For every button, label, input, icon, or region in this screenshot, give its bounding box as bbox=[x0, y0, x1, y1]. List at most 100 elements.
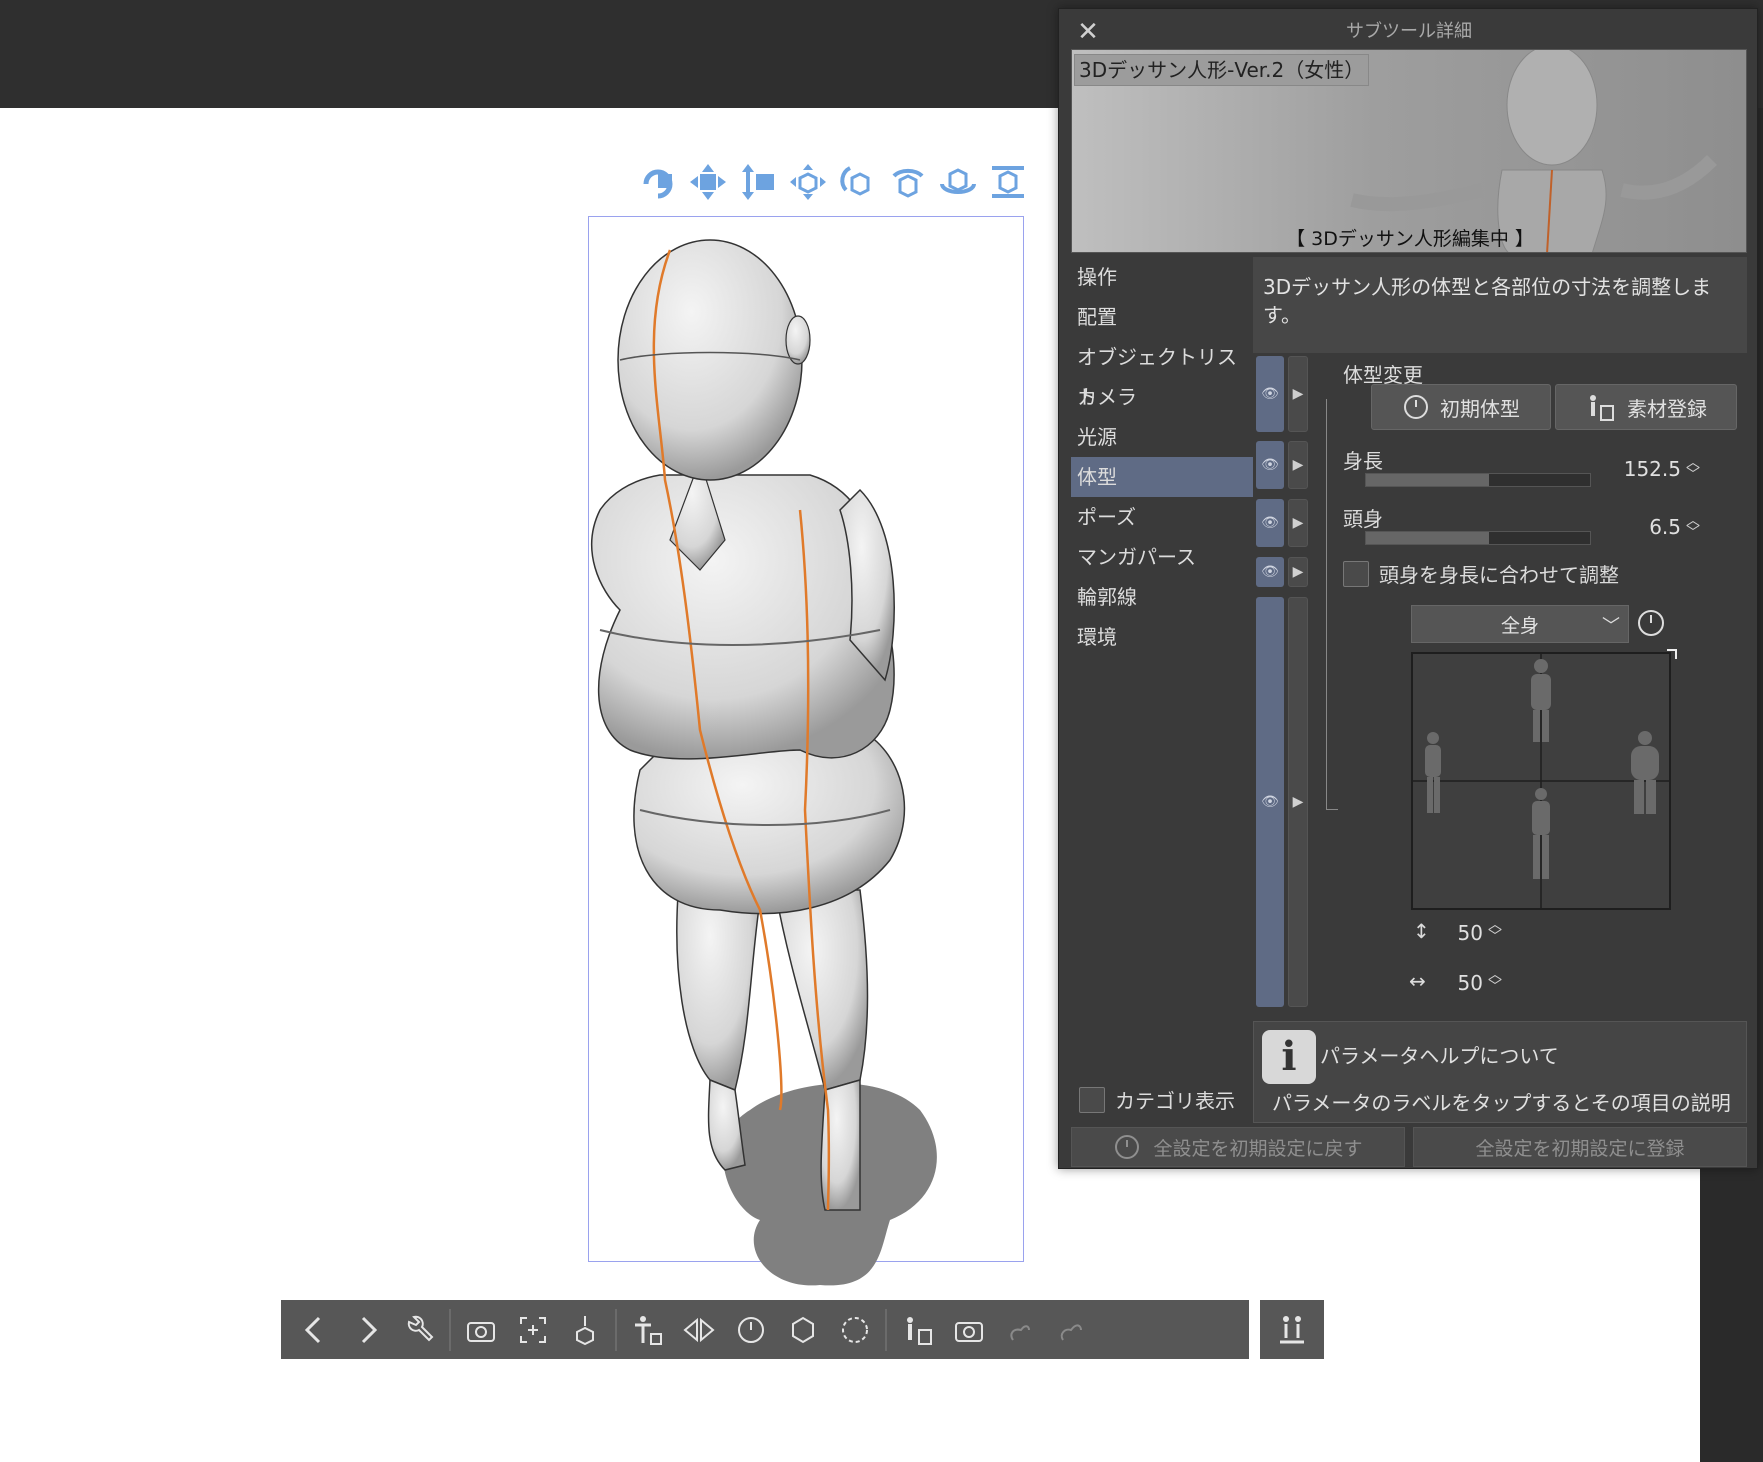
head-ratio-value[interactable]: 6.5 bbox=[1619, 515, 1681, 539]
category-light-source[interactable]: 光源 bbox=[1071, 417, 1253, 457]
preview-area: 3Dデッサン人形-Ver.2（女性） 【 3Dデッサン人形編集中 】 bbox=[1071, 49, 1747, 253]
body-switch-icon[interactable] bbox=[1260, 1300, 1324, 1359]
category-environment[interactable]: 環境 bbox=[1071, 617, 1253, 657]
help-title: パラメータヘルプについて bbox=[1320, 1044, 1559, 1068]
head-ratio-stepper[interactable]: ︿ ﹀ bbox=[1685, 514, 1701, 540]
reset-body-label: 初期体型 bbox=[1440, 396, 1520, 421]
category-manga-perspective[interactable]: マンガパース bbox=[1071, 537, 1253, 577]
preview-caption: 【 3Dデッサン人形編集中 】 bbox=[1286, 228, 1534, 250]
category-display-checkbox[interactable] bbox=[1079, 1086, 1105, 1113]
hand-register-icon[interactable] bbox=[1047, 1300, 1099, 1359]
move-icon[interactable] bbox=[786, 160, 830, 204]
group-bracket-line bbox=[1326, 399, 1327, 809]
expand-arrow-icon[interactable]: ▶ bbox=[1288, 356, 1308, 432]
ground-icon[interactable] bbox=[559, 1300, 611, 1359]
eye-icon[interactable]: 👁 bbox=[1256, 597, 1284, 1007]
body-type-grid-chart bbox=[1413, 654, 1669, 908]
object-launcher-bar bbox=[281, 1300, 1249, 1359]
head-ratio-slider[interactable] bbox=[1365, 531, 1591, 545]
expand-arrow-icon[interactable]: ▶ bbox=[1288, 441, 1308, 489]
height-slider[interactable] bbox=[1365, 473, 1591, 487]
fit-icon[interactable] bbox=[507, 1300, 559, 1359]
toolbar-separator bbox=[615, 1308, 617, 1351]
flip-icon[interactable] bbox=[673, 1300, 725, 1359]
rotate-reset-icon[interactable] bbox=[829, 1300, 881, 1359]
hand-icon[interactable] bbox=[995, 1300, 1047, 1359]
category-display-toggle[interactable]: カテゴリ表示 bbox=[1079, 1085, 1235, 1114]
vertical-arrow-icon: ↕ bbox=[1413, 919, 1430, 943]
body-type-grid[interactable] bbox=[1411, 652, 1671, 910]
category-object-list[interactable]: オブジェクトリスト bbox=[1071, 337, 1253, 409]
rotate-icon[interactable] bbox=[836, 160, 880, 204]
pose-add-icon[interactable] bbox=[621, 1300, 673, 1359]
category-pose[interactable]: ポーズ bbox=[1071, 497, 1253, 537]
expand-arrow-icon[interactable]: ▶ bbox=[1288, 499, 1308, 547]
panel-footer: 全設定を初期設定に戻す 全設定を初期設定に登録 bbox=[1071, 1127, 1747, 1167]
eye-icon[interactable]: 👁 bbox=[1256, 356, 1284, 432]
camera-dolly-icon[interactable] bbox=[736, 160, 780, 204]
height-slider-fill bbox=[1366, 474, 1490, 486]
expand-arrow-icon[interactable]: ▶ bbox=[1288, 557, 1308, 587]
rotate-z-icon[interactable] bbox=[986, 160, 1030, 204]
camera-pan-icon[interactable] bbox=[686, 160, 730, 204]
help-body: パラメータのラベルをタップするとその項目の説明が表示されます bbox=[1272, 1091, 1731, 1122]
camera-rotate-icon[interactable] bbox=[636, 160, 680, 204]
eye-icon[interactable]: 👁 bbox=[1256, 499, 1284, 547]
height-stepper[interactable]: ︿ ﹀ bbox=[1685, 456, 1701, 482]
rotate-y-icon[interactable] bbox=[936, 160, 980, 204]
toolbar-separator bbox=[449, 1308, 451, 1351]
reset-all-label: 全設定を初期設定に戻す bbox=[1153, 1137, 1363, 1160]
eye-icon[interactable]: 👁 bbox=[1256, 441, 1284, 489]
height-label[interactable]: 身長 bbox=[1343, 445, 1383, 474]
wrench-icon[interactable] bbox=[393, 1300, 445, 1359]
preview-material-name: 3Dデッサン人形-Ver.2（女性） bbox=[1074, 54, 1370, 86]
body-part-select[interactable]: 全身 ﹀ bbox=[1411, 605, 1629, 643]
vertical-value[interactable]: 50 bbox=[1439, 921, 1483, 945]
category-camera[interactable]: カメラ bbox=[1071, 377, 1253, 417]
adjust-head-ratio-toggle[interactable]: 頭身を身長に合わせて調整 bbox=[1343, 559, 1619, 588]
toolbar-separator bbox=[885, 1308, 887, 1351]
height-value[interactable]: 152.5 bbox=[1619, 457, 1681, 481]
chevron-down-icon: ﹀ bbox=[1602, 616, 1620, 637]
material-register-icon bbox=[1590, 395, 1614, 421]
category-placement[interactable]: 配置 bbox=[1071, 297, 1253, 337]
category-outline[interactable]: 輪郭線 bbox=[1071, 577, 1253, 617]
group-bracket-tick bbox=[1326, 809, 1338, 810]
horizontal-stepper[interactable]: ︿ ﹀ bbox=[1487, 968, 1503, 994]
eye-icon[interactable]: 👁 bbox=[1256, 557, 1284, 587]
reset-icon[interactable] bbox=[725, 1300, 777, 1359]
head-ratio-slider-fill bbox=[1366, 532, 1490, 544]
3d-figure[interactable] bbox=[560, 210, 1040, 1290]
rotate-x-icon[interactable] bbox=[886, 160, 930, 204]
object-reset-icon[interactable] bbox=[777, 1300, 829, 1359]
register-material-button[interactable]: 素材登録 bbox=[1555, 384, 1737, 430]
category-body-type[interactable]: 体型 bbox=[1071, 457, 1253, 497]
parameter-help-box: i パラメータヘルプについて パラメータのラベルをタップするとその項目の説明が表… bbox=[1253, 1021, 1747, 1123]
adjust-head-ratio-label: 頭身を身長に合わせて調整 bbox=[1379, 563, 1619, 587]
vertical-stepper[interactable]: ︿ ﹀ bbox=[1487, 918, 1503, 944]
register-all-button[interactable]: 全設定を初期設定に登録 bbox=[1413, 1127, 1747, 1167]
body-part-select-value: 全身 bbox=[1500, 614, 1539, 637]
reset-icon bbox=[1115, 1135, 1140, 1159]
register-all-label: 全設定を初期設定に登録 bbox=[1475, 1137, 1685, 1160]
camera-icon[interactable] bbox=[455, 1300, 507, 1359]
close-icon[interactable]: ✕ bbox=[1073, 17, 1103, 47]
adjust-head-ratio-checkbox[interactable] bbox=[1343, 560, 1369, 587]
expand-arrow-icon[interactable]: ▶ bbox=[1288, 597, 1308, 1007]
part-reset-icon[interactable] bbox=[1635, 607, 1667, 639]
horizontal-value[interactable]: 50 bbox=[1439, 971, 1483, 995]
grid-corner-marker bbox=[1667, 649, 1677, 659]
head-ratio-label[interactable]: 頭身 bbox=[1343, 503, 1383, 532]
panel-title: サブツール詳細 bbox=[1346, 21, 1472, 42]
category-display-label: カテゴリ表示 bbox=[1115, 1089, 1235, 1113]
reset-body-button[interactable]: 初期体型 bbox=[1371, 384, 1551, 430]
camera-preset-icon[interactable] bbox=[943, 1300, 995, 1359]
prev-icon[interactable] bbox=[289, 1300, 341, 1359]
pose-register-icon[interactable] bbox=[891, 1300, 943, 1359]
category-list: 操作 配置 オブジェクトリスト カメラ 光源 体型 ポーズ マンガパース 輪郭線… bbox=[1071, 257, 1253, 657]
next-icon[interactable] bbox=[341, 1300, 393, 1359]
category-operation[interactable]: 操作 bbox=[1071, 257, 1253, 297]
reset-all-button[interactable]: 全設定を初期設定に戻す bbox=[1071, 1127, 1405, 1167]
register-material-label: 素材登録 bbox=[1627, 396, 1707, 421]
info-icon: i bbox=[1262, 1030, 1316, 1084]
